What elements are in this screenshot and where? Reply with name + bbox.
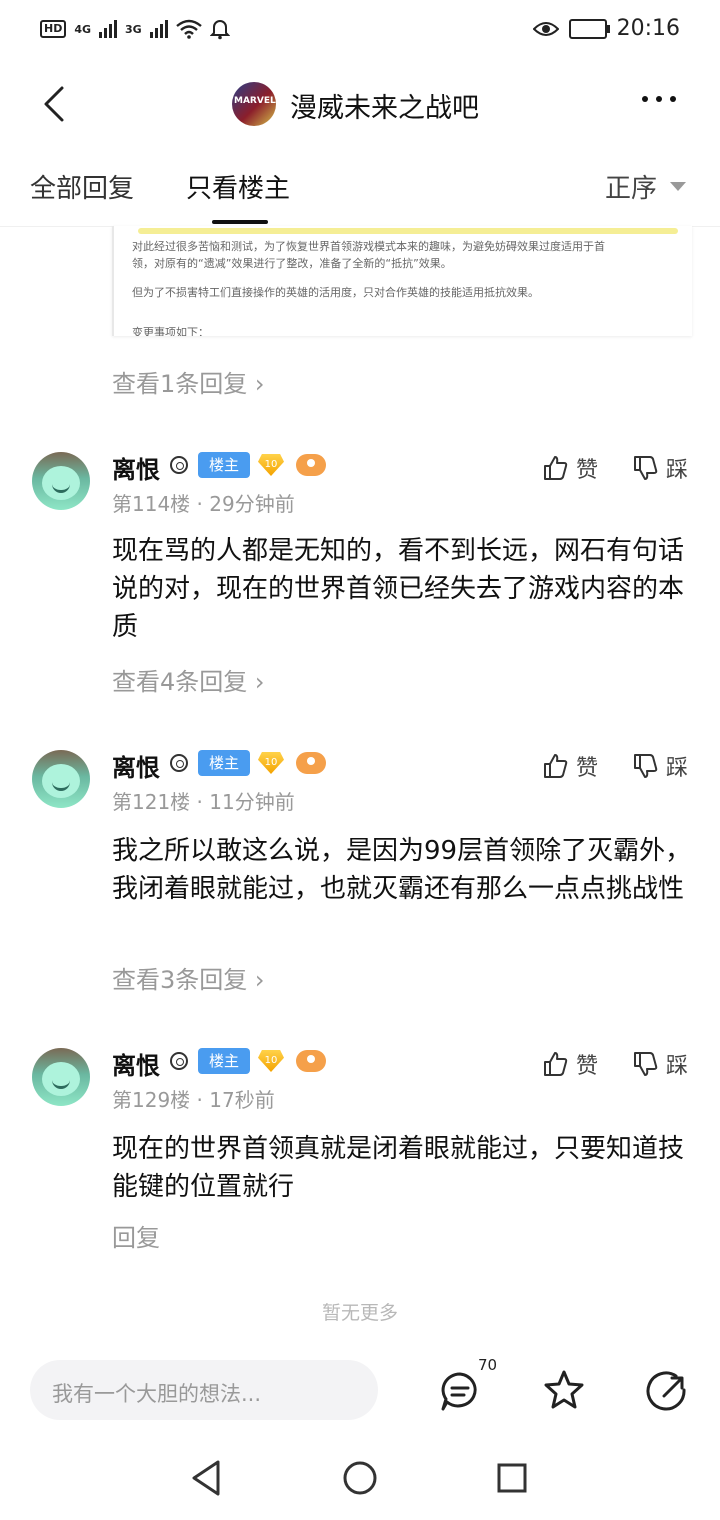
eye-icon — [532, 21, 559, 36]
tab-all-replies[interactable]: 全部回复 — [30, 168, 134, 205]
highlight-stroke — [138, 228, 678, 234]
thumbs-down-icon — [634, 456, 658, 480]
username[interactable]: 离恨 — [112, 1046, 160, 1081]
forum-logo[interactable]: MARVEL — [232, 82, 276, 126]
reply-link[interactable]: 回复 — [112, 1218, 160, 1253]
post-meta: 第121楼 · 11分钟前 — [112, 790, 295, 814]
post-content: 现在骂的人都是无知的，看不到长远，网石有句话说的对，现在的世界首领已经失去了游戏… — [112, 536, 685, 642]
nav-recent-icon[interactable] — [496, 1462, 528, 1494]
thumbs-down-icon — [634, 754, 658, 778]
like-button[interactable]: 赞 — [542, 750, 598, 782]
status-left: HD 4G 3G — [40, 18, 230, 40]
dislike-button[interactable]: 踩 — [632, 452, 688, 484]
sort-order-dropdown[interactable]: 正序 — [605, 168, 657, 205]
notification-bell-icon — [209, 20, 230, 40]
post-meta: 第114楼 · 29分钟前 — [112, 492, 295, 516]
thumbs-down-icon — [634, 1052, 658, 1076]
no-more-label: 暂无更多 — [321, 1302, 398, 1324]
network-3g-label: 3G — [125, 22, 142, 36]
system-nav-bar — [0, 1440, 720, 1520]
post-content: 我之所以敢这么说，是因为99层首领除了灭霸外，我闭着眼就能过，也就灭霸还有那么一… — [112, 836, 692, 904]
thumbs-up-icon — [544, 456, 568, 480]
badge-ring-icon — [170, 456, 188, 474]
forum-logo-text: MARVEL — [234, 96, 276, 106]
avatar[interactable] — [32, 452, 90, 510]
level-badge: 10 — [258, 454, 284, 476]
post-content: 现在的世界首领真就是闭着眼就能过，只要知道技能键的位置就行 — [112, 1134, 685, 1202]
more-dots-icon[interactable] — [642, 96, 676, 102]
status-time: 20:16 — [616, 16, 680, 41]
nav-home-icon[interactable] — [342, 1460, 378, 1496]
owner-badge: 楼主 — [198, 452, 250, 478]
comment-icon[interactable] — [438, 1370, 482, 1414]
view-replies-link[interactable]: 查看3条回复 › — [112, 960, 265, 995]
dislike-button[interactable]: 踩 — [632, 1048, 688, 1080]
quoted-line-4: 变更事项如下： — [132, 326, 209, 336]
chevron-down-icon[interactable] — [670, 182, 686, 191]
thumbs-up-icon — [544, 754, 568, 778]
star-icon[interactable] — [542, 1368, 586, 1412]
active-tab-indicator — [212, 220, 268, 224]
gamepad-icon — [296, 1050, 326, 1072]
forum-title[interactable]: 漫威未来之战吧 — [290, 86, 479, 125]
gamepad-icon — [296, 454, 326, 476]
share-icon[interactable] — [646, 1370, 690, 1414]
status-bar: HD 4G 3G 20:16 — [0, 0, 720, 64]
quoted-line-2: 领，对原有的“遗减”效果进行了整改，准备了全新的“抵抗”效果。 — [132, 257, 452, 270]
avatar[interactable] — [32, 750, 90, 808]
badge-ring-icon — [170, 754, 188, 772]
nav-back-icon[interactable] — [188, 1458, 224, 1498]
post-meta: 第129楼 · 17秒前 — [112, 1088, 275, 1112]
status-right: 20:16 — [532, 16, 680, 41]
comment-count: 70 — [478, 1356, 498, 1374]
owner-badge: 楼主 — [198, 750, 250, 776]
badge-ring-icon — [170, 1052, 188, 1070]
quoted-line-1: 对此经过很多苦恼和测试，为了恢复世界首领游戏模式本来的趣味，为避免妨碍效果过度适… — [132, 240, 605, 253]
like-button[interactable]: 赞 — [542, 1048, 598, 1080]
username[interactable]: 离恨 — [112, 450, 160, 485]
hd-indicator: HD — [40, 20, 67, 38]
dislike-button[interactable]: 踩 — [632, 750, 688, 782]
view-replies-link[interactable]: 查看1条回复 › — [112, 364, 265, 399]
wifi-icon — [175, 19, 202, 39]
username[interactable]: 离恨 — [112, 748, 160, 783]
comment-placeholder[interactable]: 我有一个大胆的想法... — [52, 1378, 261, 1408]
view-replies-link[interactable]: 查看4条回复 › — [112, 662, 265, 697]
back-arrow-icon[interactable] — [36, 84, 76, 124]
signal-bars-icon — [99, 20, 118, 38]
tab-owner-only[interactable]: 只看楼主 — [186, 168, 290, 205]
gamepad-icon — [296, 752, 326, 774]
owner-badge: 楼主 — [198, 1048, 250, 1074]
battery-icon — [568, 18, 610, 39]
level-badge: 10 — [258, 752, 284, 774]
level-badge: 10 — [258, 1050, 284, 1072]
signal-bars-icon-2 — [149, 20, 168, 38]
like-button[interactable]: 赞 — [542, 452, 598, 484]
quoted-image[interactable]: 对此经过很多苦恼和测试，为了恢复世界首领游戏模式本来的趣味，为避免妨碍效果过度适… — [112, 226, 692, 336]
network-4g-label: 4G — [74, 22, 92, 36]
thumbs-up-icon — [544, 1052, 568, 1076]
avatar[interactable] — [32, 1048, 90, 1106]
quoted-line-3: 但为了不损害特工们直接操作的英雄的活用度，只对合作英雄的技能适用抵抗效果。 — [132, 286, 539, 299]
